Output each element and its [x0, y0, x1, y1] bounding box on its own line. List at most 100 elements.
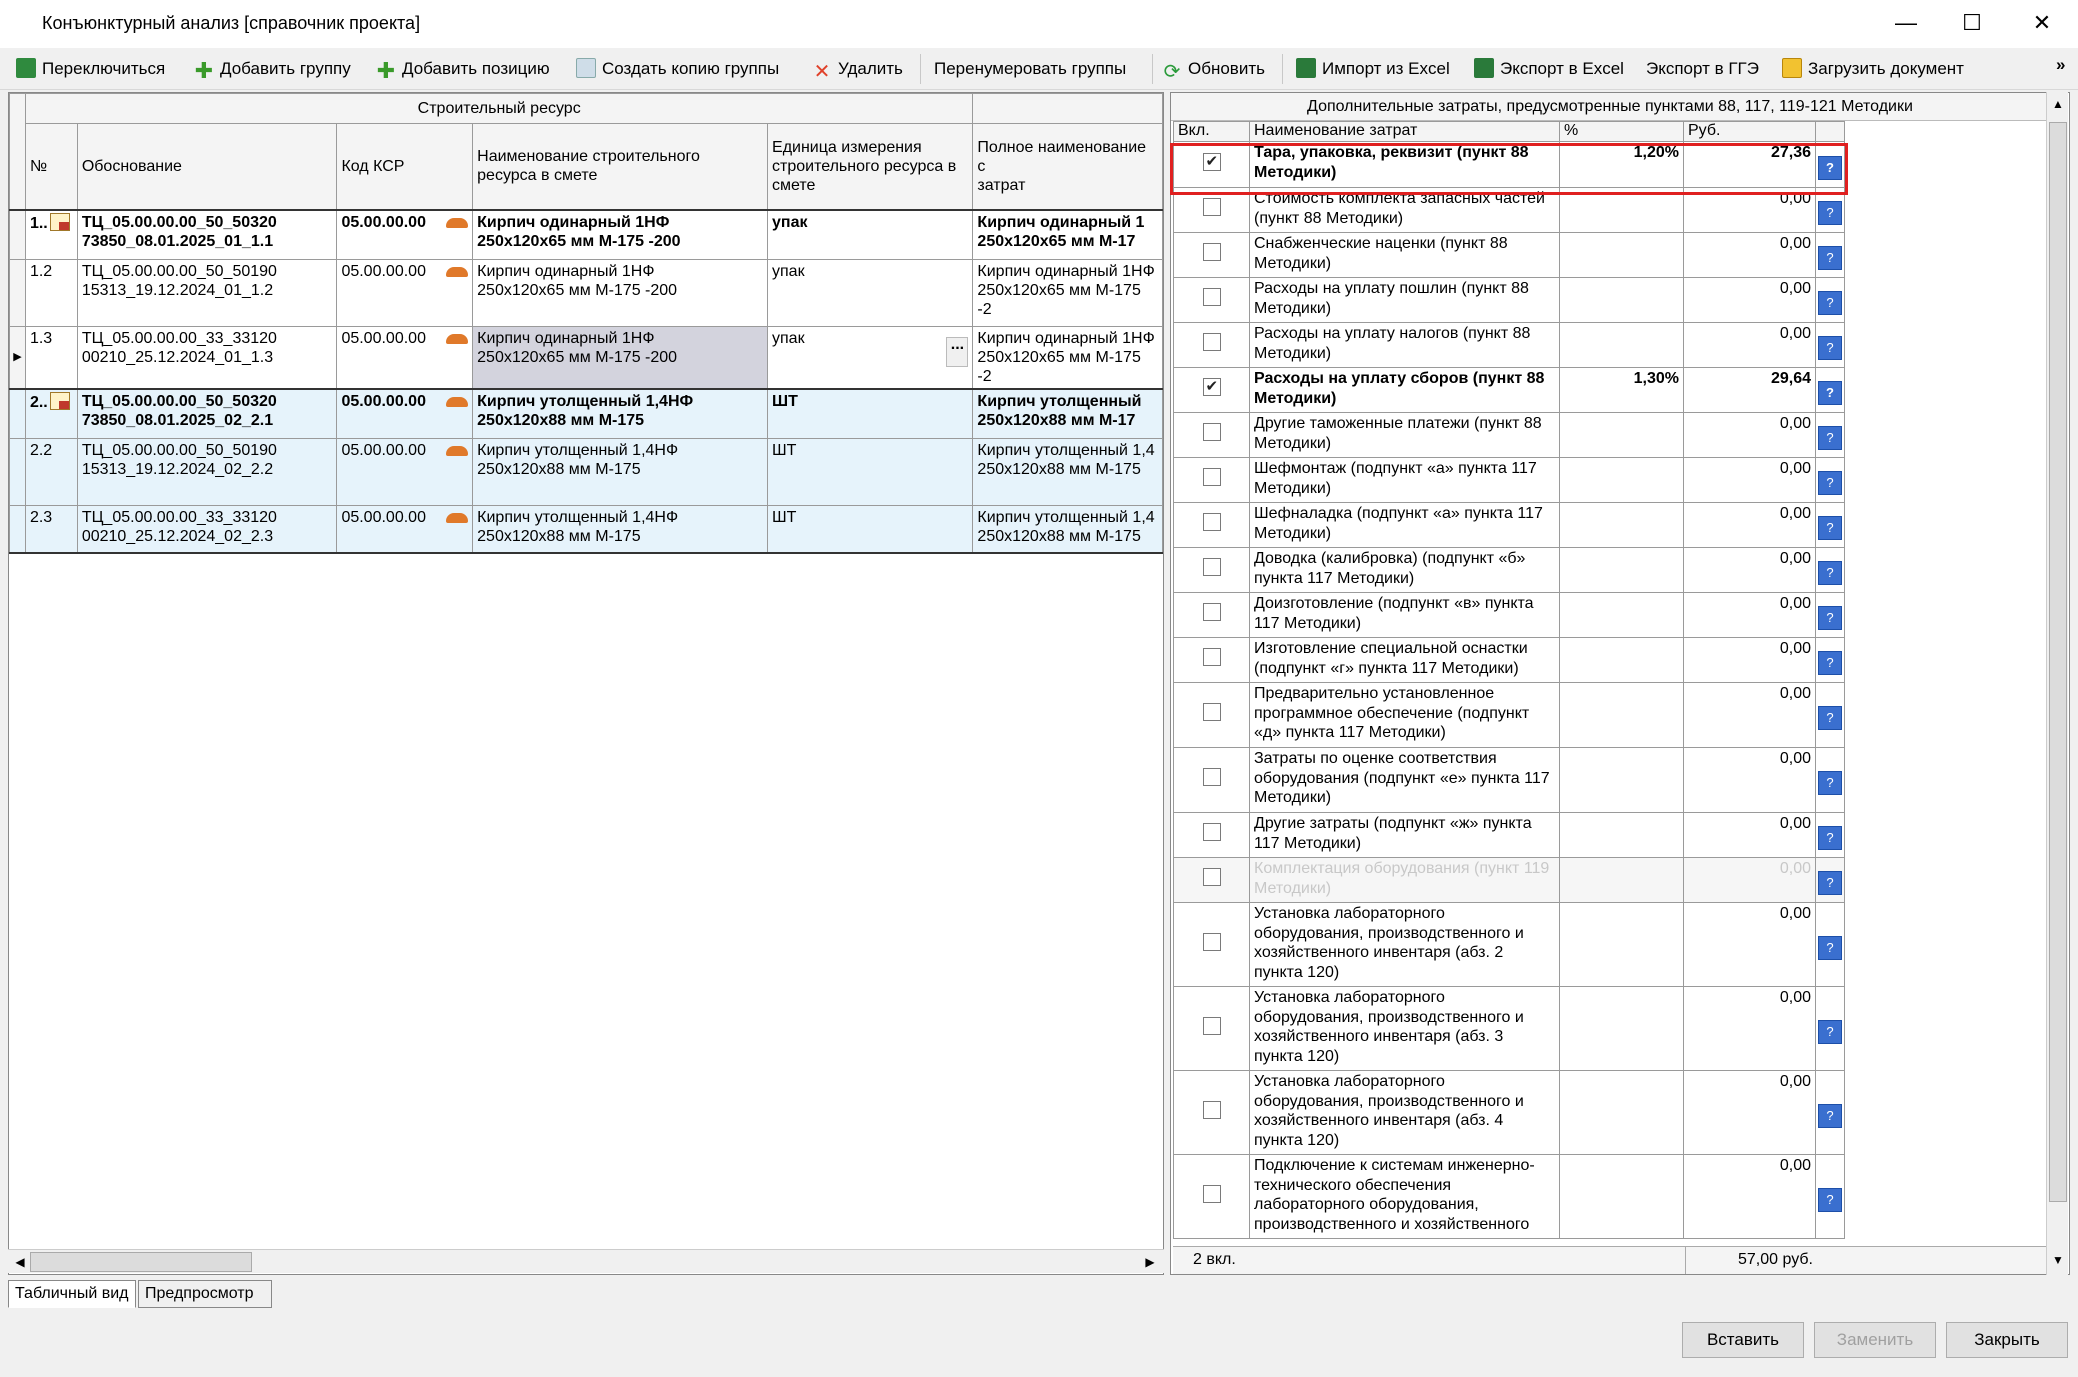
col-unit[interactable]: Единица измерения строительного ресурса … [767, 123, 974, 210]
cell-unit[interactable]: упак [767, 259, 974, 327]
cost-rub[interactable]: 0,00 [1683, 747, 1816, 813]
vertical-scrollbar[interactable]: ▲ ▼ [2046, 92, 2068, 1275]
cell-unit[interactable]: ШТ [767, 437, 974, 506]
checkbox-checked[interactable] [1202, 377, 1221, 397]
cost-rub[interactable]: 0,00 [1683, 986, 1816, 1071]
cost-help-cell[interactable]: ? [1815, 187, 1845, 233]
cost-row[interactable]: Затраты по оценке соответствия оборудова… [1173, 747, 1845, 813]
col-full-name[interactable]: Полное наименование с затрат [972, 123, 1163, 210]
cost-rub[interactable]: 0,00 [1683, 457, 1816, 503]
close-button[interactable]: Закрыть [1946, 1322, 2068, 1358]
cost-rub[interactable]: 0,00 [1683, 232, 1816, 278]
cost-enabled-cell[interactable] [1173, 902, 1250, 987]
cost-help-cell[interactable]: ? [1815, 141, 1845, 188]
cost-help-cell[interactable]: ? [1815, 592, 1845, 638]
replace-button[interactable]: Заменить [1814, 1322, 1936, 1358]
cell-ksr[interactable]: 05.00.00.00 [336, 209, 474, 260]
cell-ksr[interactable]: 05.00.00.00 [336, 388, 474, 439]
cost-enabled-cell[interactable] [1173, 812, 1250, 858]
cost-enabled-cell[interactable] [1173, 1070, 1250, 1155]
table-row[interactable]: 2.3 ТЦ_05.00.00.00_33_33120 00210_25.12.… [9, 504, 1163, 554]
cell-unit[interactable]: ШТ [767, 504, 974, 554]
cost-enabled-cell[interactable] [1173, 857, 1250, 903]
checkbox[interactable] [1202, 603, 1221, 622]
cost-help-cell[interactable]: ? [1815, 747, 1845, 813]
cost-percent[interactable] [1559, 682, 1684, 748]
checkbox[interactable] [1202, 932, 1221, 951]
help-icon[interactable]: ? [1818, 246, 1842, 270]
toolbar-overflow-button[interactable]: » [2056, 50, 2065, 80]
table-row[interactable]: 1.. ТЦ_05.00.00.00_50_50320 73850_08.01.… [9, 209, 1163, 260]
help-icon[interactable]: ? [1818, 336, 1842, 360]
tab-table-view[interactable]: Табличный вид [8, 1280, 136, 1308]
col-name[interactable]: Наименование строительного ресурса в сме… [472, 123, 769, 210]
help-icon[interactable]: ? [1818, 155, 1842, 180]
table-row[interactable]: 1.2 ТЦ_05.00.00.00_50_50190 15313_19.12.… [9, 259, 1163, 327]
cell-num[interactable]: 2.2 [24, 437, 78, 506]
export-excel-button[interactable]: Экспорт в Excel [1474, 54, 1624, 84]
tab-preview[interactable]: Предпросмотр [138, 1280, 272, 1308]
cost-row[interactable]: Установка лабораторного оборудования, пр… [1173, 902, 1845, 987]
cost-enabled-cell[interactable] [1173, 187, 1250, 233]
cost-row[interactable]: Расходы на уплату пошлин (пункт 88 Метод… [1173, 277, 1845, 323]
table-row[interactable]: ▶ 1.3 ТЦ_05.00.00.00_33_33120 00210_25.1… [9, 326, 1163, 390]
cell-full-name[interactable]: Кирпич утолщенный 1,4 250х120х88 мм М-17… [972, 504, 1163, 554]
cell-ksr[interactable]: 05.00.00.00 [336, 504, 474, 554]
cost-row[interactable]: Комплектация оборудования (пункт 119 Мет… [1173, 857, 1845, 903]
help-icon[interactable]: ? [1818, 516, 1842, 540]
cell-num[interactable]: 1.2 [24, 259, 78, 327]
cell-full-name[interactable]: Кирпич утолщенный 1,4 250х120х88 мм М-17… [972, 437, 1163, 506]
cost-row[interactable]: Доводка (калибровка) (подпункт «б» пункт… [1173, 547, 1845, 593]
cost-row[interactable]: Снабженческие наценки (пункт 88 Методики… [1173, 232, 1845, 278]
checkbox[interactable] [1202, 198, 1221, 217]
cost-help-cell[interactable]: ? [1815, 1154, 1845, 1239]
col-enabled[interactable]: Вкл. [1173, 121, 1250, 142]
cost-row[interactable]: Другие таможенные платежи (пункт 88 Мето… [1173, 412, 1845, 458]
cost-rub[interactable]: 0,00 [1683, 637, 1816, 683]
help-icon[interactable]: ? [1818, 291, 1842, 315]
cost-percent[interactable] [1559, 412, 1684, 458]
delete-button[interactable]: ✕ Удалить [812, 54, 903, 84]
checkbox[interactable] [1202, 648, 1221, 667]
help-icon[interactable]: ? [1818, 771, 1842, 795]
cell-basis[interactable]: ТЦ_05.00.00.00_50_50190 15313_19.12.2024… [76, 437, 338, 506]
checkbox[interactable] [1202, 1184, 1221, 1203]
cost-help-cell[interactable]: ? [1815, 502, 1845, 548]
cost-percent[interactable] [1559, 1070, 1684, 1155]
maximize-button[interactable]: ☐ [1942, 0, 2002, 48]
cell-full-name[interactable]: Кирпич одинарный 1НФ 250х120х65 мм М-175… [972, 259, 1163, 327]
cell-name[interactable]: Кирпич утолщенный 1,4НФ 250х120х88 мм М-… [472, 437, 769, 506]
cost-rub[interactable]: 0,00 [1683, 682, 1816, 748]
cell-ksr[interactable]: 05.00.00.00 [336, 259, 474, 327]
cost-row[interactable]: Шефмонтаж (подпункт «а» пункта 117 Метод… [1173, 457, 1845, 503]
cost-help-cell[interactable]: ? [1815, 682, 1845, 748]
col-ksr[interactable]: Код КСР [336, 123, 474, 210]
cost-row[interactable]: Тара, упаковка, реквизит (пункт 88 Метод… [1173, 141, 1845, 188]
cell-name[interactable]: Кирпич одинарный 1НФ 250х120х65 мм М-175… [472, 259, 769, 327]
checkbox[interactable] [1202, 333, 1221, 352]
cost-help-cell[interactable]: ? [1815, 547, 1845, 593]
minimize-button[interactable]: — [1876, 0, 1936, 48]
col-cost-name[interactable]: Наименование затрат [1249, 121, 1560, 142]
cost-rub[interactable]: 0,00 [1683, 857, 1816, 903]
cost-row[interactable]: Установка лабораторного оборудования, пр… [1173, 986, 1845, 1071]
cost-help-cell[interactable]: ? [1815, 1070, 1845, 1155]
cost-rub[interactable]: 0,00 [1683, 1154, 1816, 1239]
cell-full-name[interactable]: Кирпич утолщенный 250х120х88 мм М-17 [972, 388, 1163, 439]
cost-percent[interactable] [1559, 322, 1684, 368]
checkbox[interactable] [1202, 1100, 1221, 1119]
checkbox[interactable] [1202, 823, 1221, 842]
cost-help-cell[interactable]: ? [1815, 986, 1845, 1071]
help-icon[interactable]: ? [1818, 651, 1842, 675]
cost-enabled-cell[interactable] [1173, 637, 1250, 683]
add-group-button[interactable]: ✚ Добавить группу [194, 54, 351, 84]
cost-percent[interactable] [1559, 747, 1684, 813]
checkbox[interactable] [1202, 243, 1221, 262]
cost-help-cell[interactable]: ? [1815, 857, 1845, 903]
cost-percent[interactable] [1559, 986, 1684, 1071]
cost-enabled-cell[interactable] [1173, 277, 1250, 323]
table-row[interactable]: 2.. ТЦ_05.00.00.00_50_50320 73850_08.01.… [9, 388, 1163, 439]
col-num[interactable]: № [24, 123, 78, 210]
checkbox[interactable] [1202, 558, 1221, 577]
cost-help-cell[interactable]: ? [1815, 637, 1845, 683]
